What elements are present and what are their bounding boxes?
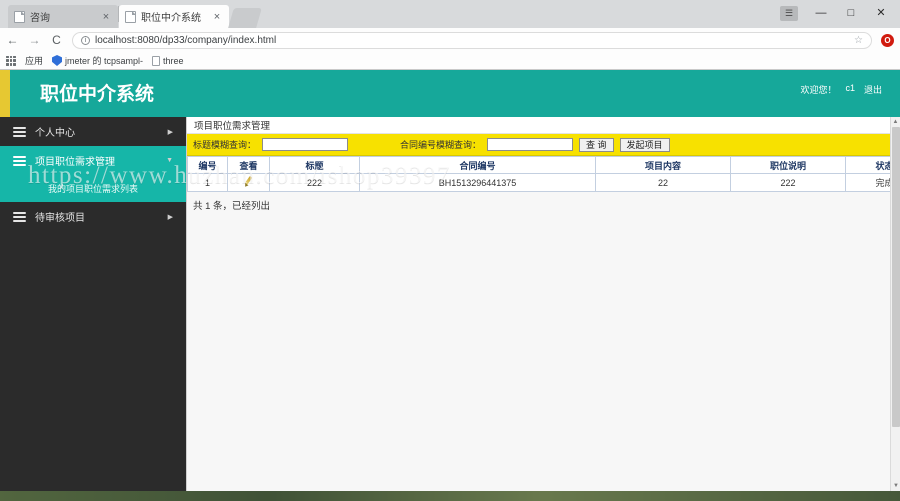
username-label: c1 (845, 83, 855, 93)
bookmark-label: jmeter 的 tcpsampl- (65, 56, 144, 66)
scroll-up-icon[interactable]: ▲ (891, 117, 900, 127)
table-row: 1 222 BH1513296441375 22 222 完成 (187, 173, 900, 192)
sidebar-subitem-label: 我的项目职位需求列表 (47, 184, 138, 194)
row-no-cell: 1 (187, 173, 228, 192)
query-button[interactable]: 查 询 (579, 137, 614, 152)
sidebar-item-project-position-management[interactable]: 项目职位需求管理 ▼ (0, 146, 186, 175)
table-header-cell: 职位说明 (730, 156, 846, 174)
page-scrollbar[interactable]: ▲ ▼ (890, 117, 900, 491)
address-bar-url: localhost:8080/dp33/company/index.html (95, 34, 277, 46)
close-window-button[interactable]: ✕ (874, 6, 888, 20)
bookmark-item-three[interactable]: three (152, 55, 184, 66)
menu-bars-icon (13, 211, 26, 222)
sidebar-submenu: 我的项目职位需求列表 (0, 175, 186, 202)
back-icon[interactable]: ← (6, 33, 19, 47)
bookmark-item-jmeter[interactable]: jmeter 的 tcpsampl- (52, 54, 143, 67)
site-logo: 职位中介系统 (40, 84, 155, 105)
tab-close-icon[interactable]: × (100, 11, 112, 22)
bookmarks-bar: 应用 jmeter 的 tcpsampl- three (0, 52, 900, 70)
chevron-right-icon: ▶ (167, 213, 173, 221)
desktop-background-strip (0, 491, 900, 501)
breadcrumb: 项目职位需求管理 (187, 117, 900, 134)
document-icon (152, 55, 161, 66)
shield-icon (52, 55, 63, 66)
bookmark-item-apps[interactable]: 应用 (25, 54, 43, 67)
chevron-down-icon: ▼ (166, 157, 173, 164)
window-controls: ☰ — □ ✕ (780, 0, 896, 26)
tab-close-icon[interactable]: × (211, 11, 223, 22)
row-job-cell: 222 (730, 173, 846, 192)
sidebar-item-label: 个人中心 (35, 128, 75, 139)
tab-title: 咨询 (30, 13, 50, 24)
table-header-row: 编号 查看 标题 合同编号 项目内容 职位说明 状态 删除 (187, 156, 900, 174)
table-header-cell: 编号 (187, 156, 228, 174)
site-info-icon[interactable]: i (81, 35, 90, 45)
browser-tab-1[interactable]: 咨询 × (8, 5, 118, 28)
maximize-button[interactable]: □ (844, 6, 858, 20)
table-header-cell: 标题 (269, 156, 360, 174)
edit-pencil-icon[interactable] (243, 176, 254, 187)
menu-bars-icon (13, 126, 26, 137)
breadcrumb-label: 项目职位需求管理 (194, 121, 271, 132)
sidebar-item-label: 项目职位需求管理 (35, 157, 115, 168)
browser-window: 咨询 × 职位中介系统 × ☰ — □ ✕ ← → C i localhost:… (0, 0, 900, 501)
profile-icon[interactable]: ☰ (780, 5, 798, 21)
sidebar-nav: 个人中心 ▶ 项目职位需求管理 ▼ 我的项目职位需求列表 待审核项目 ▶ (0, 117, 186, 491)
title-search-label: 标题模糊查询： (193, 140, 257, 150)
browser-tab-2[interactable]: 职位中介系统 × (119, 5, 229, 28)
minimize-button[interactable]: — (814, 6, 828, 20)
scrollbar-thumb[interactable] (892, 127, 900, 427)
chevron-right-icon: ▶ (167, 128, 173, 136)
table-header-cell: 合同编号 (359, 156, 596, 174)
main-content: 项目职位需求管理 标题模糊查询： 合同编号模糊查询： 查 询 发起项目 编号 查… (186, 117, 900, 491)
bookmark-label: 应用 (25, 56, 44, 66)
tab-favicon (125, 10, 136, 23)
contract-search-label: 合同编号模糊查询： (400, 140, 482, 150)
page-body: 个人中心 ▶ 项目职位需求管理 ▼ 我的项目职位需求列表 待审核项目 ▶ 项目职… (0, 117, 900, 491)
row-title-cell: 222 (269, 173, 360, 192)
tab-favicon (14, 10, 25, 23)
bookmark-label: three (163, 55, 184, 66)
row-contract-cell: BH1513296441375 (359, 173, 596, 192)
record-summary: 共 1 条，已经列出 (193, 201, 271, 212)
search-toolbar: 标题模糊查询： 合同编号模糊查询： 查 询 发起项目 (187, 134, 900, 156)
logout-link[interactable]: 退出 (864, 83, 882, 96)
project-table: 编号 查看 标题 合同编号 项目内容 职位说明 状态 删除 1 (187, 156, 900, 192)
site-header: 职位中介系统 欢迎您！ c1 退出 (0, 70, 900, 117)
menu-bars-icon (13, 155, 26, 166)
row-content-cell: 22 (595, 173, 731, 192)
sidebar-item-pending-review-projects[interactable]: 待审核项目 ▶ (0, 202, 186, 231)
contract-search-input[interactable] (487, 138, 574, 151)
apps-grid-icon[interactable] (6, 55, 16, 66)
table-header-cell: 项目内容 (595, 156, 731, 174)
user-area: 欢迎您！ c1 退出 (800, 83, 882, 96)
title-search-input[interactable] (262, 138, 349, 151)
new-tab-button[interactable] (228, 8, 262, 28)
reload-icon[interactable]: C (50, 33, 63, 47)
address-bar[interactable]: i localhost:8080/dp33/company/index.html… (72, 31, 872, 49)
scroll-down-icon[interactable]: ▼ (891, 481, 900, 491)
sidebar-item-label: 待审核项目 (35, 213, 85, 224)
bookmark-star-icon[interactable]: ☆ (854, 35, 863, 46)
tab-strip: 咨询 × 职位中介系统 × ☰ — □ ✕ (0, 0, 900, 28)
sidebar-item-personal-center[interactable]: 个人中心 ▶ (0, 117, 186, 146)
extension-icon[interactable]: O (881, 33, 894, 47)
tab-title: 职位中介系统 (141, 13, 201, 24)
forward-icon[interactable]: → (28, 33, 41, 47)
browser-toolbar: ← → C i localhost:8080/dp33/company/inde… (0, 28, 900, 52)
create-project-button[interactable]: 发起项目 (619, 137, 670, 152)
row-view-cell[interactable] (227, 173, 270, 192)
welcome-text: 欢迎您！ (800, 85, 837, 95)
sidebar-subitem-my-position-list[interactable]: 我的项目职位需求列表 (0, 175, 186, 202)
table-header-cell: 查看 (227, 156, 270, 174)
page-viewport: 职位中介系统 欢迎您！ c1 退出 https://www.huzhan.com… (0, 70, 900, 491)
